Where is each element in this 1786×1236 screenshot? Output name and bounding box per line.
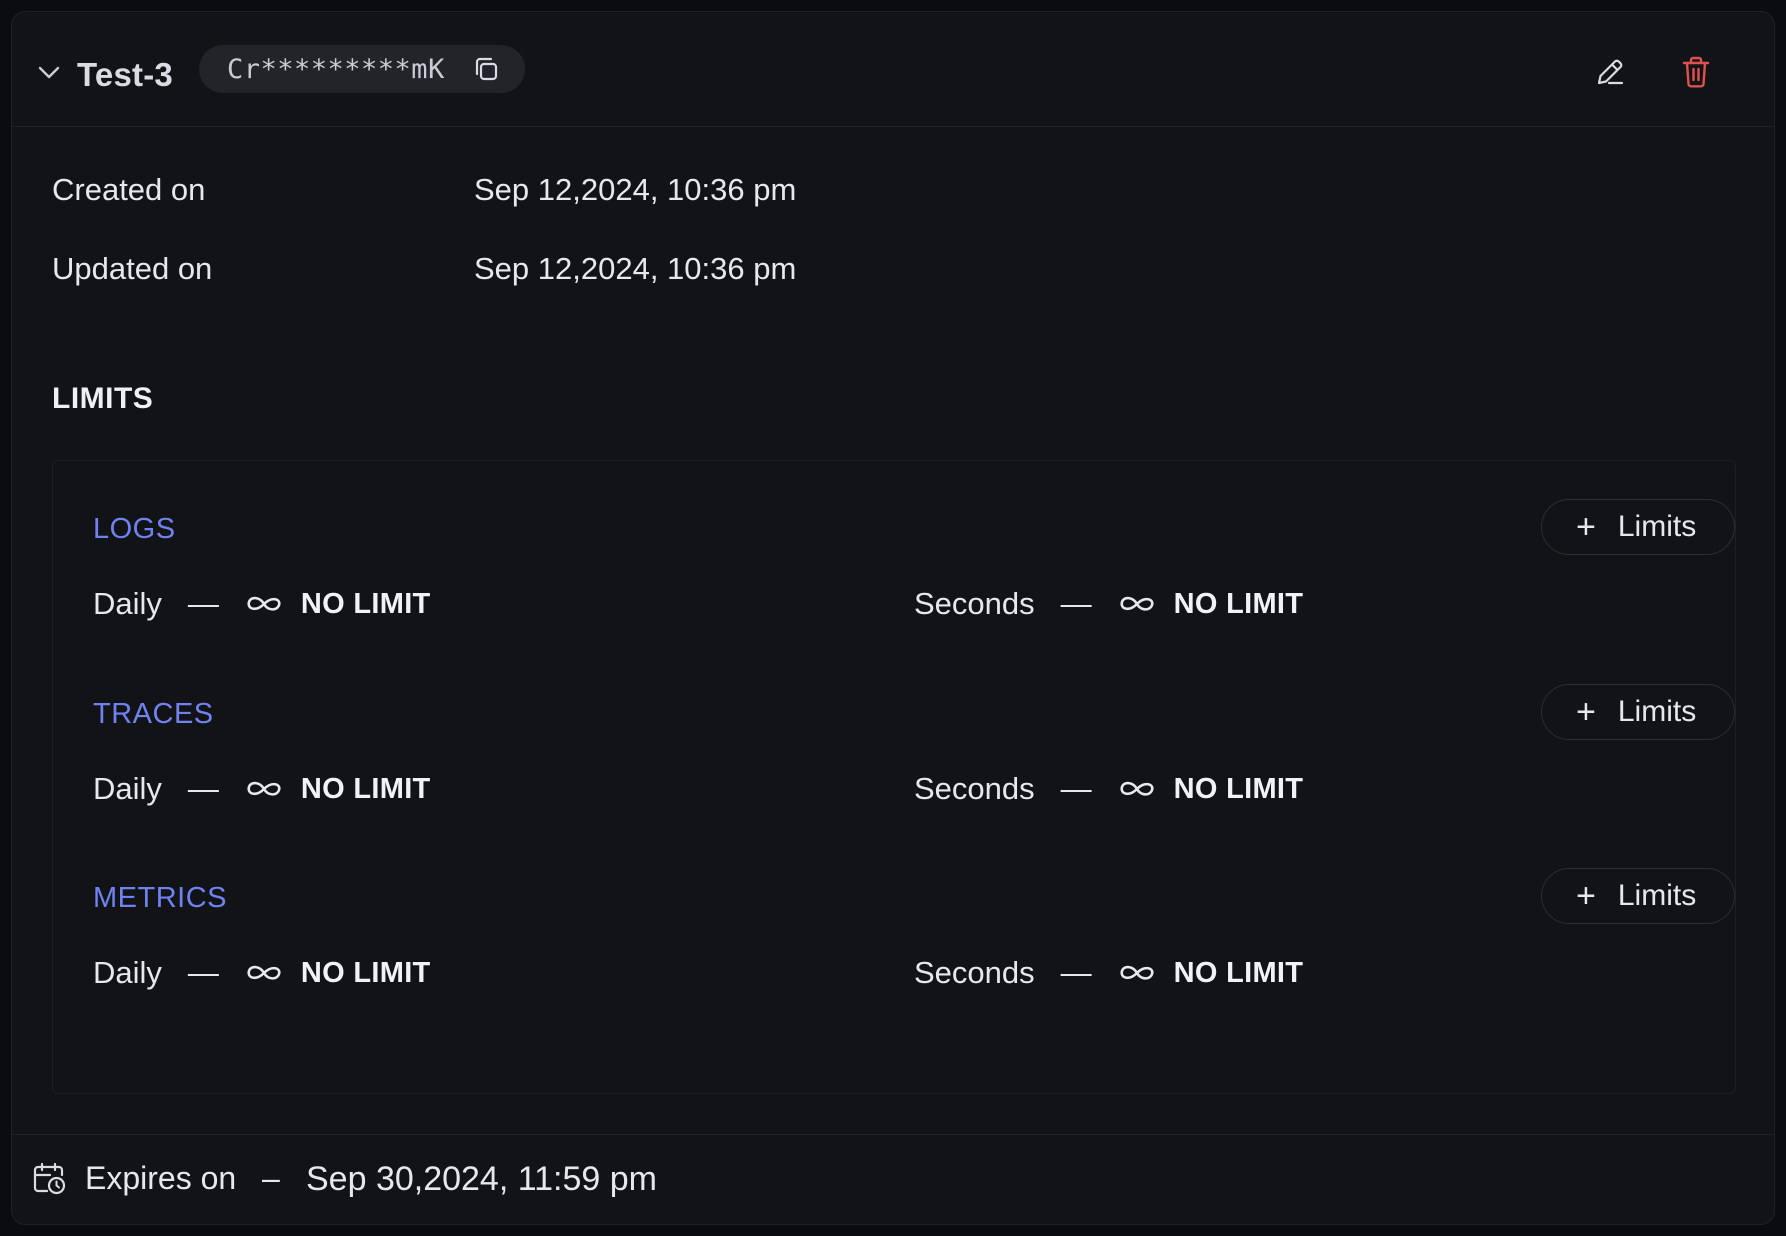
add-limit-label: Limits bbox=[1617, 879, 1697, 912]
expires-on-date: Sep 30,2024, 11:59 pm bbox=[306, 1160, 657, 1198]
daily-label: Daily bbox=[93, 586, 162, 621]
add-limit-label: Limits bbox=[1617, 695, 1697, 728]
limits-panel: LOGS + Limits Daily — NO LIMIT Seconds —… bbox=[52, 460, 1736, 1094]
created-on-label: Created on bbox=[52, 172, 206, 207]
infinity-icon bbox=[245, 961, 283, 985]
pencil-icon[interactable] bbox=[1590, 52, 1630, 92]
add-traces-limit-button[interactable]: + Limits bbox=[1541, 684, 1735, 740]
separator: — bbox=[1060, 771, 1092, 806]
daily-limit-value: NO LIMIT bbox=[300, 587, 431, 620]
add-limit-label: Limits bbox=[1617, 510, 1697, 543]
infinity-icon bbox=[245, 777, 283, 801]
expiry-footer: Expires on – Sep 30,2024, 11:59 pm bbox=[12, 1134, 1774, 1224]
copy-icon[interactable] bbox=[471, 54, 501, 84]
add-metrics-limit-button[interactable]: + Limits bbox=[1541, 868, 1735, 924]
logs-seconds-row: Seconds — NO LIMIT bbox=[914, 584, 1303, 624]
expires-on-label: Expires on bbox=[85, 1160, 237, 1196]
seconds-limit-value: NO LIMIT bbox=[1173, 772, 1304, 805]
traces-seconds-row: Seconds — NO LIMIT bbox=[914, 769, 1303, 809]
metrics-daily-row: Daily — NO LIMIT bbox=[93, 953, 431, 993]
seconds-limit-value: NO LIMIT bbox=[1173, 956, 1304, 989]
expires-separator: – bbox=[262, 1160, 280, 1196]
seconds-label: Seconds bbox=[914, 955, 1035, 990]
add-logs-limit-button[interactable]: + Limits bbox=[1541, 499, 1735, 555]
plus-icon: + bbox=[1576, 693, 1596, 731]
separator: — bbox=[187, 586, 219, 621]
daily-label: Daily bbox=[93, 771, 162, 806]
logs-section-title: LOGS bbox=[93, 513, 176, 545]
plus-icon: + bbox=[1576, 877, 1596, 915]
api-key-card: Test-3 Cr*********mK Created on Sep 12,2… bbox=[11, 11, 1775, 1225]
trash-icon[interactable] bbox=[1676, 52, 1716, 92]
daily-label: Daily bbox=[93, 955, 162, 990]
masked-key-pill: Cr*********mK bbox=[199, 45, 525, 93]
traces-daily-row: Daily — NO LIMIT bbox=[93, 769, 431, 809]
infinity-icon bbox=[1118, 592, 1156, 616]
seconds-label: Seconds bbox=[914, 586, 1035, 621]
traces-section-title: TRACES bbox=[93, 698, 214, 730]
seconds-label: Seconds bbox=[914, 771, 1035, 806]
key-name-title: Test-3 bbox=[77, 56, 173, 93]
created-on-value: Sep 12,2024, 10:36 pm bbox=[474, 172, 797, 207]
chevron-down-icon[interactable] bbox=[34, 58, 64, 88]
updated-on-label: Updated on bbox=[52, 251, 213, 286]
logs-daily-row: Daily — NO LIMIT bbox=[93, 584, 431, 624]
metrics-seconds-row: Seconds — NO LIMIT bbox=[914, 953, 1303, 993]
daily-limit-value: NO LIMIT bbox=[300, 956, 431, 989]
infinity-icon bbox=[245, 592, 283, 616]
separator: — bbox=[187, 771, 219, 806]
daily-limit-value: NO LIMIT bbox=[300, 772, 431, 805]
metrics-section-title: METRICS bbox=[93, 882, 227, 914]
card-header: Test-3 Cr*********mK bbox=[12, 12, 1774, 127]
infinity-icon bbox=[1118, 777, 1156, 801]
masked-key-text: Cr*********mK bbox=[227, 53, 445, 85]
infinity-icon bbox=[1118, 961, 1156, 985]
limits-heading: LIMITS bbox=[52, 382, 154, 415]
calendar-clock-icon bbox=[32, 1161, 66, 1195]
separator: — bbox=[1060, 586, 1092, 621]
plus-icon: + bbox=[1576, 508, 1596, 546]
separator: — bbox=[1060, 955, 1092, 990]
updated-on-value: Sep 12,2024, 10:36 pm bbox=[474, 251, 797, 286]
seconds-limit-value: NO LIMIT bbox=[1173, 587, 1304, 620]
separator: — bbox=[187, 955, 219, 990]
